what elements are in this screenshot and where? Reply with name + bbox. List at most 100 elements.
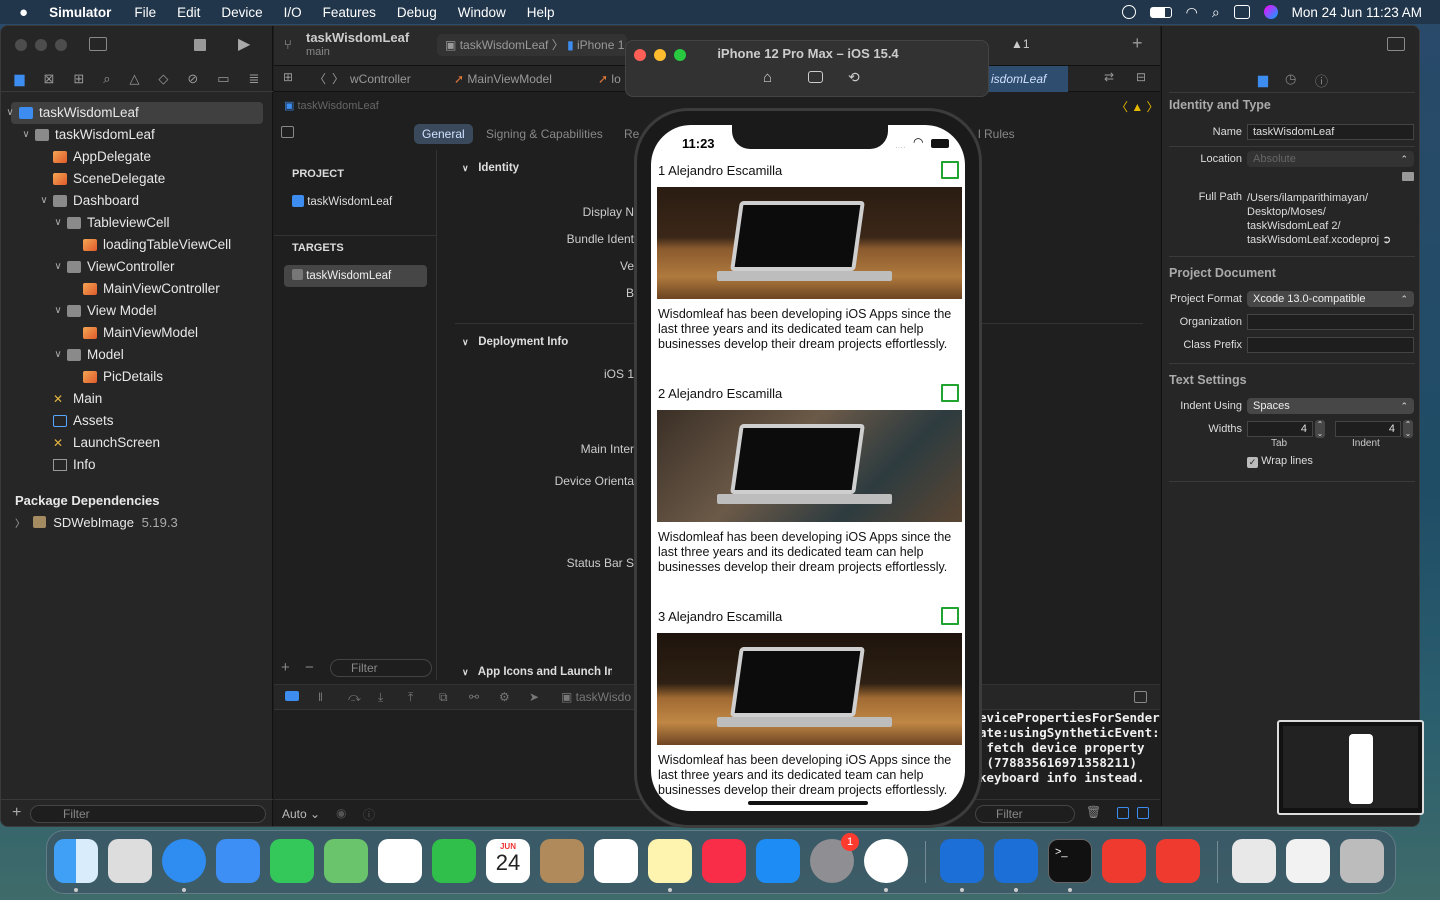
navigator-item[interactable]: AppDelegate (11, 146, 263, 168)
chevron-down-icon[interactable]: ∨ (53, 344, 63, 366)
issue-nav-icon[interactable]: △ (129, 71, 139, 87)
menu-file[interactable]: File (134, 5, 156, 20)
navigator-item[interactable]: loadingTableViewCell (11, 234, 263, 256)
chevron-right-icon[interactable]: 〉 (15, 519, 25, 530)
report-nav-icon[interactable]: ≣ (249, 71, 260, 87)
hide-targets-icon[interactable] (281, 126, 294, 138)
grid-icon[interactable]: ⊞ (283, 70, 293, 84)
navigator-item[interactable]: MainViewController (11, 278, 263, 300)
file-inspector-icon[interactable]: ▆ (1258, 72, 1268, 88)
identity-section[interactable]: ∨ Identity (462, 162, 519, 174)
facetime-icon[interactable] (432, 839, 476, 883)
photos-icon[interactable] (378, 839, 422, 883)
add-file-icon[interactable]: + (12, 804, 21, 822)
memory-graph-icon[interactable]: ⚯ (469, 690, 479, 704)
chevron-down-icon[interactable]: ∨ (39, 190, 49, 212)
navigator-item[interactable]: Info (11, 454, 263, 476)
screenshot-icon[interactable] (808, 71, 823, 83)
table-row[interactable]: 3 Alejandro Escamilla Wisdomleaf has been… (651, 603, 965, 811)
play-status-icon[interactable] (1121, 5, 1136, 19)
spotlight-search-icon[interactable]: ⌕ (1212, 4, 1220, 21)
add-tab-icon[interactable]: + (1132, 33, 1143, 54)
navigator-item[interactable]: ✕ LaunchScreen (11, 432, 263, 454)
name-field[interactable]: taskWisdomLeaf (1247, 124, 1414, 140)
chevron-down-icon[interactable]: ∨ (53, 212, 63, 234)
close-window-button[interactable] (15, 39, 27, 51)
reveal-arrow-icon[interactable]: ➲ (1382, 234, 1391, 246)
navigator-item[interactable]: ∨ ViewController (11, 256, 263, 278)
menu-io[interactable]: I/O (284, 5, 302, 20)
help-inspector-icon[interactable]: ⓘ (1315, 71, 1328, 90)
variables-scope-selector[interactable]: Auto ⌄ (282, 807, 320, 821)
back-icon[interactable]: 〈 (314, 70, 326, 87)
project-format-select[interactable]: Xcode 13.0-compatible (1247, 291, 1414, 307)
home-indicator[interactable] (748, 801, 868, 805)
contacts-icon[interactable] (540, 839, 584, 883)
navigator-item[interactable]: Assets (11, 410, 263, 432)
find-nav-icon[interactable]: ⌕ (103, 71, 110, 87)
right-pane-icon[interactable] (1137, 807, 1149, 819)
folder-icon[interactable] (1402, 172, 1414, 181)
scheme-selector[interactable]: ▣ taskWisdomLeaf 〉 ▮ iPhone 1 (437, 34, 627, 56)
navigator-item[interactable]: ∨ Dashboard (11, 190, 263, 212)
menu-app-name[interactable]: Simulator (49, 5, 111, 20)
navigator-filter-field[interactable]: Filter (30, 805, 266, 823)
trash-icon[interactable]: 🗑 (1086, 805, 1101, 819)
home-icon[interactable]: ⌂ (763, 69, 772, 86)
music-icon[interactable] (702, 839, 746, 883)
wrap-lines-checkbox[interactable]: ✓ Wrap lines (1247, 455, 1313, 468)
tab-lo[interactable]: ➚ lo (598, 72, 621, 86)
navigator-item[interactable]: SceneDelegate (11, 168, 263, 190)
indent-width-stepper[interactable]: ⌃ ⌄ (1403, 420, 1413, 438)
indent-using-select[interactable]: Spaces (1247, 398, 1414, 414)
jump-bar[interactable]: ▣ taskWisdomLeaf (284, 99, 379, 112)
class-prefix-field[interactable] (1247, 337, 1414, 353)
debug-nav-icon[interactable]: ⊘ (187, 71, 198, 87)
notes-icon[interactable] (648, 839, 692, 883)
cell-checkbox[interactable] (941, 384, 959, 402)
hide-debug-icon[interactable] (1134, 691, 1147, 703)
step-in-icon[interactable]: ⤓ (378, 690, 383, 705)
siri-icon[interactable] (1263, 5, 1278, 19)
indent-width-field[interactable]: 4 (1335, 421, 1401, 437)
rotate-icon[interactable]: ⟲ (848, 69, 860, 86)
eye-icon[interactable]: ◉ (336, 806, 346, 820)
symbol-nav-icon[interactable]: ⊞ (73, 71, 84, 87)
location-icon[interactable]: ➤ (529, 690, 539, 704)
finder-icon[interactable] (54, 839, 98, 883)
trash-icon[interactable] (1340, 839, 1384, 883)
navigator-item[interactable]: ✕ Main (11, 388, 263, 410)
table-row[interactable]: 1 Alejandro Escamilla Wisdomleaf has been… (651, 157, 965, 379)
toggle-inspector-icon[interactable] (1387, 37, 1405, 51)
control-center-icon[interactable] (1233, 5, 1250, 19)
mail-icon[interactable] (216, 839, 260, 883)
swap-icon[interactable]: ⇄ (1104, 70, 1114, 84)
target-list-item[interactable]: taskWisdomLeaf (284, 265, 427, 287)
cell-checkbox[interactable] (941, 161, 959, 179)
chevron-down-icon[interactable]: ∨ (53, 256, 63, 278)
folder-nav-icon[interactable]: ▆ (14, 71, 24, 87)
apple-icon[interactable]: ● (19, 4, 28, 21)
chevron-down-icon[interactable]: ∨ (5, 102, 15, 124)
table-row[interactable]: 2 Alejandro Escamilla Wisdomleaf has been… (651, 380, 965, 602)
test-nav-icon[interactable]: ◇ (158, 71, 168, 87)
menu-edit[interactable]: Edit (177, 5, 200, 20)
menu-help[interactable]: Help (527, 5, 555, 20)
toggle-console-icon[interactable] (285, 691, 299, 701)
targets-filter-field[interactable]: Filter (330, 659, 432, 677)
step-over-icon[interactable]: ⤼ (348, 690, 361, 705)
info-icon[interactable]: ⓘ (363, 806, 375, 823)
navigator-item[interactable]: ∨ TableviewCell (11, 212, 263, 234)
menu-features[interactable]: Features (323, 5, 376, 20)
xcode-beta-icon[interactable] (994, 839, 1038, 883)
tab-width-field[interactable]: 4 (1247, 421, 1313, 437)
navigator-item[interactable]: MainViewModel (11, 322, 263, 344)
tab-active-project[interactable]: isdomLeaf (986, 66, 1068, 92)
history-inspector-icon[interactable]: ◷ (1285, 71, 1296, 87)
console-output[interactable]: evicePropertiesForSender ate:usingSynthe… (979, 710, 1160, 790)
deployment-info-section[interactable]: ∨ Deployment Info (462, 336, 568, 348)
view-hierarchy-icon[interactable]: ⧉ (439, 690, 448, 705)
xcode-icon[interactable] (940, 839, 984, 883)
archive-icon[interactable] (1232, 839, 1276, 883)
sidebar-toggle-icon[interactable] (89, 37, 107, 51)
